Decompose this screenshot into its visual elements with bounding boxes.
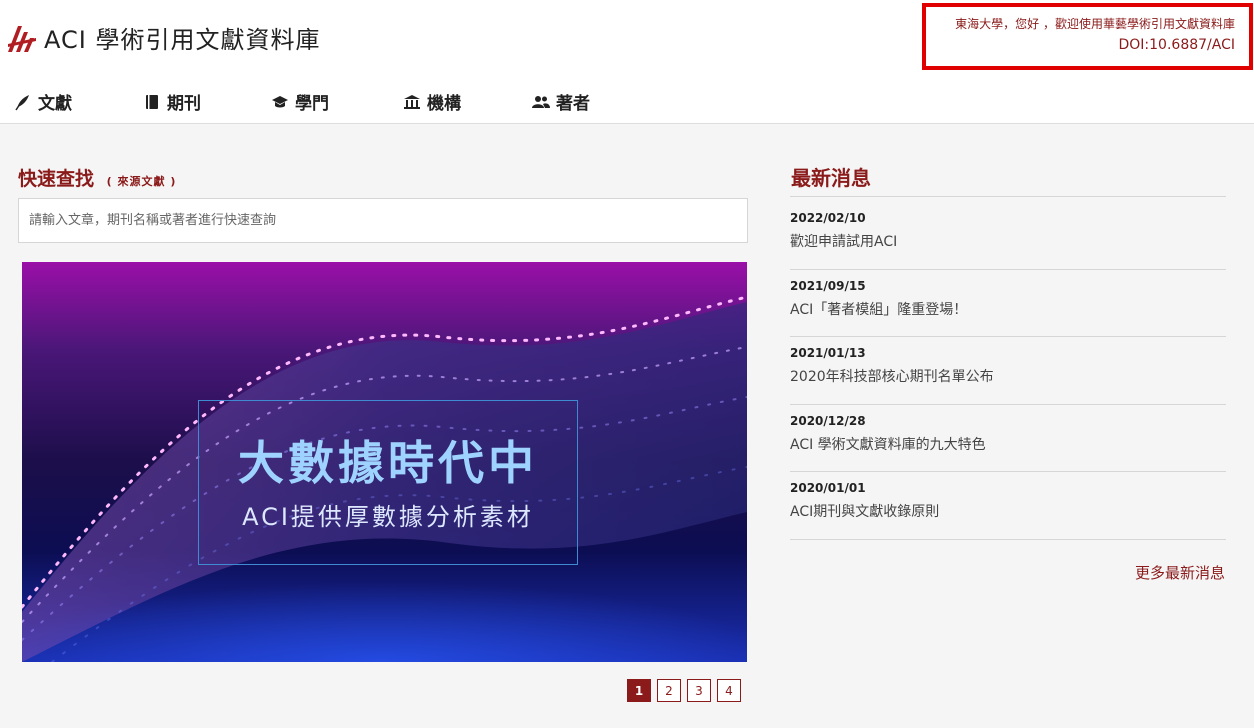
doi-text: DOI:10.6887/ACI (1118, 37, 1236, 53)
news-divider (790, 336, 1226, 337)
news-date: 2020/12/28 (790, 414, 866, 428)
nav-item-journals[interactable]: 期刊 (143, 89, 271, 114)
news-date: 2020/01/01 (790, 481, 866, 495)
news-item[interactable]: 2020/12/28 ACI 學術文獻資料庫的九大特色 (790, 414, 1226, 454)
institution-icon (404, 94, 420, 109)
graduation-cap-icon (272, 95, 288, 107)
banner-subheadline: ACI提供厚數據分析素材 (242, 503, 534, 531)
nav-item-label: 機構 (427, 94, 461, 114)
site-logo-text: ACI 學術引用文獻資料庫 (44, 26, 321, 54)
page-button-1[interactable]: 1 (627, 679, 651, 702)
nav-item-label: 期刊 (167, 94, 201, 114)
banner-pagination: 1 2 3 4 (627, 679, 747, 702)
news-date: 2021/09/15 (790, 279, 866, 293)
news-item[interactable]: 2022/02/10 歡迎申請試用ACI (790, 211, 1226, 251)
news-divider (790, 196, 1226, 197)
news-divider (790, 269, 1226, 270)
news-item[interactable]: 2021/09/15 ACI「著者模組」隆重登場！ (790, 279, 1226, 319)
news-date: 2021/01/13 (790, 346, 866, 360)
news-divider (790, 471, 1226, 472)
news-item[interactable]: 2020/01/01 ACI期刊與文獻收錄原則 (790, 481, 1226, 521)
page-button-2[interactable]: 2 (657, 679, 681, 702)
quick-search-subtitle: ( 來源文獻 ) (106, 175, 177, 188)
nav-item-institutions[interactable]: 機構 (403, 89, 532, 114)
site-logo[interactable]: ACI 學術引用文獻資料庫 (6, 20, 320, 55)
more-news-link[interactable]: 更多最新消息 (1100, 562, 1225, 583)
main-nav: 文獻 期刊 學門 機構 著者 (14, 89, 590, 114)
user-welcome-box: 東海大學，您好 ，歡迎使用華藝學術引用文獻資料庫 DOI:10.6887/ACI (922, 3, 1253, 70)
nav-item-authors[interactable]: 著者 (532, 89, 590, 114)
quick-search-title-text: 快速查找 (18, 168, 95, 190)
banner-headline: 大數據時代中 (238, 436, 538, 490)
pen-icon (15, 94, 29, 110)
news-link[interactable]: 2020年科技部核心期刊名單公布 (790, 366, 1226, 386)
site-header: ACI 學術引用文獻資料庫 東海大學，您好 ，歡迎使用華藝學術引用文獻資料庫 D… (0, 0, 1254, 124)
news-divider (790, 539, 1226, 540)
aci-logo-icon (8, 25, 36, 52)
nav-item-label: 學門 (295, 94, 329, 114)
news-link[interactable]: ACI期刊與文獻收錄原則 (790, 501, 1226, 521)
nav-item-label: 著者 (556, 94, 590, 114)
hero-banner[interactable]: 大數據時代中 ACI提供厚數據分析素材 (22, 262, 747, 662)
news-title: 最新消息 (791, 166, 871, 190)
nav-item-label: 文獻 (38, 94, 72, 114)
news-link[interactable]: ACI「著者模組」隆重登場！ (790, 299, 1226, 319)
book-icon (146, 94, 158, 109)
news-date: 2022/02/10 (790, 211, 866, 225)
page-button-3[interactable]: 3 (687, 679, 711, 702)
users-icon (532, 95, 550, 108)
nav-item-disciplines[interactable]: 學門 (271, 89, 403, 114)
welcome-greeting: 東海大學，您好 ，歡迎使用華藝學術引用文獻資料庫 (955, 17, 1235, 31)
news-link[interactable]: ACI 學術文獻資料庫的九大特色 (790, 434, 1226, 454)
page-button-4[interactable]: 4 (717, 679, 741, 702)
news-divider (790, 404, 1226, 405)
news-link[interactable]: 歡迎申請試用ACI (790, 231, 1226, 251)
nav-item-literature[interactable]: 文獻 (14, 89, 143, 114)
quick-search-input[interactable] (18, 198, 748, 243)
quick-search-title: 快速查找 ( 來源文獻 ) (18, 164, 176, 191)
banner-text-frame: 大數據時代中 ACI提供厚數據分析素材 (198, 400, 578, 565)
news-item[interactable]: 2021/01/13 2020年科技部核心期刊名單公布 (790, 346, 1226, 386)
